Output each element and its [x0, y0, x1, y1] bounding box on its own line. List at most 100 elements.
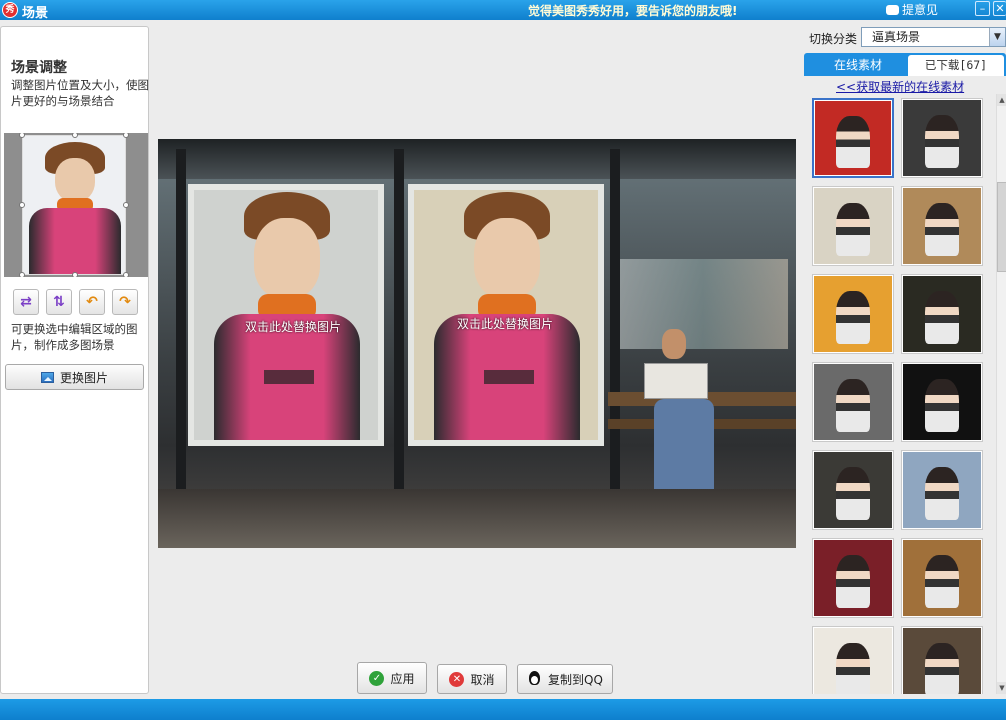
copy-to-qq-label: 复制到QQ	[548, 672, 603, 687]
cancel-label: 取消	[470, 672, 495, 687]
scene-thumbnail[interactable]	[901, 538, 983, 618]
rotate-right-button[interactable]: ↷	[112, 289, 138, 315]
resize-handle[interactable]	[72, 272, 78, 277]
transform-toolbar: ⇄ ⇅ ↶ ↷	[13, 289, 138, 315]
scene-person	[835, 555, 871, 609]
cancel-icon: ✕	[449, 671, 465, 687]
shelter-pillar	[394, 149, 404, 509]
scene-person	[836, 115, 870, 168]
scene-thumbnail-image	[815, 101, 891, 175]
scene-thumbnail-image	[814, 188, 892, 264]
swap-horizontal-icon: ⇄	[20, 294, 32, 310]
panel-description: 调整图片位置及大小，使图片更好的与场景结合	[11, 78, 149, 108]
ground	[158, 489, 796, 548]
scene-thumbnail-image	[903, 628, 981, 694]
category-value: 逼真场景	[872, 30, 921, 44]
scene-thumbnail-image	[814, 276, 892, 352]
swap-vertical-icon: ⇅	[53, 294, 65, 310]
scene-thumbnail[interactable]	[901, 274, 983, 354]
scene-thumbnail[interactable]	[812, 538, 894, 618]
copy-to-qq-button[interactable]: 复制到QQ	[517, 664, 613, 694]
photo-slot-2[interactable]: 双击此处替换图片	[408, 184, 604, 446]
panel-title: 场景调整	[11, 60, 67, 76]
scene-person	[924, 203, 960, 257]
crop-preview[interactable]	[4, 133, 148, 277]
rotate-left-button[interactable]: ↶	[79, 289, 105, 315]
photo-slot-1-label: 双击此处替换图片	[245, 320, 342, 334]
replace-hint: 可更换选中编辑区域的图片，制作成多图场景	[11, 322, 138, 352]
title-bar: 秀 场景 觉得美图秀秀好用，要告诉您的朋友哦! 提意见 – ✕	[0, 0, 1006, 21]
flip-horizontal-button[interactable]: ⇄	[13, 289, 39, 315]
scene-person	[924, 643, 960, 694]
scene-person	[924, 379, 960, 433]
replace-image-button[interactable]: 更换图片	[5, 364, 144, 390]
scroll-down-icon[interactable]: ▼	[997, 682, 1006, 694]
scene-thumbnail-image	[903, 188, 981, 264]
scene-person	[835, 291, 871, 345]
resize-handle[interactable]	[19, 202, 25, 208]
scene-thumbnail[interactable]	[901, 450, 983, 530]
feedback-label: 提意见	[902, 3, 939, 17]
crop-frame[interactable]	[22, 135, 126, 275]
slogan-text: 觉得美图秀秀好用，要告诉您的朋友哦!	[528, 4, 738, 18]
scene-thumbnail[interactable]	[812, 274, 894, 354]
scene-canvas[interactable]: 双击此处替换图片 双击此处替换图片	[158, 139, 796, 548]
resize-handle[interactable]	[19, 272, 25, 277]
scene-thumbnail[interactable]	[901, 186, 983, 266]
scene-thumbnail[interactable]	[901, 98, 983, 178]
scene-person	[924, 467, 960, 521]
scene-person	[924, 555, 960, 609]
minimize-icon: –	[979, 2, 986, 15]
scroll-up-icon[interactable]: ▲	[997, 94, 1006, 106]
scene-thumbnail[interactable]	[812, 450, 894, 530]
scene-thumbnail-image	[814, 540, 892, 616]
category-label: 切换分类	[809, 32, 858, 46]
tab-downloaded[interactable]: 已下载[67]	[908, 55, 1004, 76]
scene-thumbnail[interactable]	[812, 362, 894, 442]
fetch-latest-link[interactable]: <<获取最新的在线素材	[836, 78, 964, 95]
scene-thumbnail-image	[903, 364, 981, 440]
category-select[interactable]: 逼真场景 ▼	[861, 27, 1006, 47]
minimize-button[interactable]: –	[975, 1, 990, 16]
scene-thumbnail[interactable]	[901, 626, 983, 694]
resize-handle[interactable]	[123, 272, 129, 277]
check-icon: ✓	[369, 670, 385, 686]
shelter-roof	[158, 139, 796, 179]
flip-vertical-button[interactable]: ⇅	[46, 289, 72, 315]
rotate-left-icon: ↶	[86, 294, 98, 310]
scene-thumbnail-image	[903, 100, 981, 176]
scene-thumbnail[interactable]	[901, 362, 983, 442]
shelter-pillar	[176, 149, 186, 509]
scene-thumbnail[interactable]	[812, 626, 894, 694]
status-bar	[0, 699, 1006, 720]
close-icon: ✕	[995, 2, 1005, 15]
resize-handle[interactable]	[123, 133, 129, 138]
resize-handle[interactable]	[123, 202, 129, 208]
scene-person	[924, 291, 960, 345]
scene-thumbnail[interactable]	[812, 98, 894, 178]
apply-button[interactable]: ✓ 应用	[357, 662, 427, 694]
scene-person	[835, 379, 871, 433]
close-button[interactable]: ✕	[993, 1, 1006, 16]
scene-adjust-panel: 场景调整 调整图片位置及大小，使图片更好的与场景结合 ⇄ ⇅ ↶ ↷ 可更换选中…	[0, 26, 149, 694]
chat-bubble-icon	[886, 4, 899, 15]
rotate-right-icon: ↷	[119, 294, 131, 310]
image-icon	[40, 371, 54, 383]
scene-person	[835, 467, 871, 521]
app-logo-icon: 秀	[2, 2, 18, 18]
scene-thumbnail[interactable]	[812, 186, 894, 266]
material-tabs: 在线素材 已下载[67]	[804, 53, 1006, 76]
scrollbar[interactable]: ▲ ▼	[996, 94, 1006, 694]
shelter-pillar	[610, 149, 620, 509]
scene-thumbnail-image	[903, 276, 981, 352]
scene-thumbnail-image	[814, 628, 892, 694]
scroll-thumb[interactable]	[997, 182, 1006, 272]
tab-online-materials[interactable]: 在线素材	[810, 55, 906, 76]
photo-slot-image	[214, 190, 360, 440]
photo-slot-1[interactable]: 双击此处替换图片	[188, 184, 384, 446]
feedback-button[interactable]: 提意见	[886, 1, 938, 18]
chevron-down-icon[interactable]: ▼	[989, 28, 1005, 46]
scene-person	[835, 203, 871, 257]
window-title: 场景	[22, 6, 49, 21]
cancel-button[interactable]: ✕ 取消	[437, 664, 507, 694]
